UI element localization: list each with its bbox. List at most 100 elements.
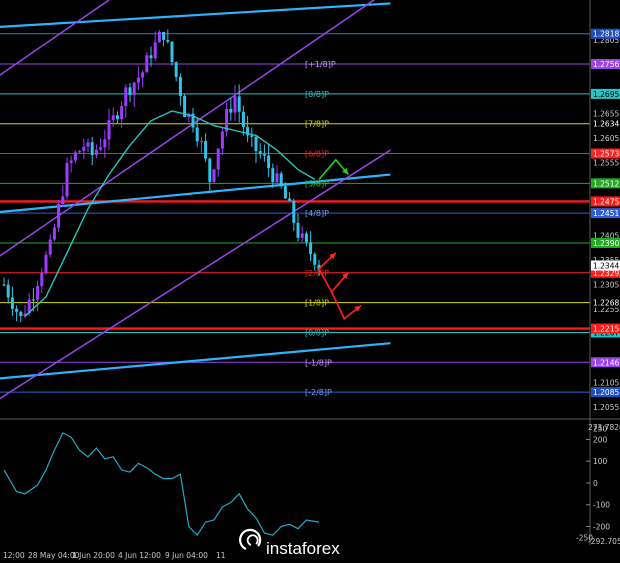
candle-body xyxy=(174,62,178,77)
candle-body xyxy=(115,115,119,120)
candle-body xyxy=(128,87,132,95)
candle-body xyxy=(283,186,287,199)
level-price-tag: 1.2451 xyxy=(591,208,620,219)
level-price-tag-text: 1.2512 xyxy=(593,179,619,188)
level-price-tag-text: 1.2451 xyxy=(593,209,619,218)
price-axis-tick: 1.2605 xyxy=(593,134,619,143)
level-price-tag: 1.2695 xyxy=(591,88,620,99)
murray-level-label: [2/8]P xyxy=(305,269,329,278)
indicator-axis-tick: -200 xyxy=(593,522,610,531)
candle-body xyxy=(288,198,292,201)
candle-body xyxy=(103,139,107,148)
candle-body xyxy=(52,227,56,240)
murray-level-label: [+1/8]P xyxy=(305,60,336,69)
key-level-price-tag-text: 1.2475 xyxy=(593,197,619,206)
candle-body xyxy=(267,155,271,169)
candle-body xyxy=(300,233,304,238)
candle-body xyxy=(166,39,170,42)
murray-level-label: [-1/8]P xyxy=(305,358,332,367)
time-axis-label: 1 Jun 20:00 xyxy=(72,551,115,560)
current-price-tag-text: 1.2344 xyxy=(593,261,619,270)
candle-body xyxy=(145,55,149,73)
murray-level-label: [7/8]P xyxy=(305,120,329,129)
murray-level-label: [4/8]P xyxy=(305,209,329,218)
candle-body xyxy=(2,284,6,286)
candle-body xyxy=(309,242,313,255)
candle-body xyxy=(31,299,35,301)
level-price-tag: 1.2268 xyxy=(591,297,620,308)
level-price-tag-text: 1.2695 xyxy=(593,90,619,99)
candle-body xyxy=(292,200,296,223)
candle-body xyxy=(216,148,220,170)
candle-body xyxy=(82,146,86,151)
key-level-price-tag: 1.2475 xyxy=(591,196,620,207)
candle-body xyxy=(178,76,182,97)
murray-level-label: [5/8]P xyxy=(305,179,329,188)
level-price-tag: 1.2756 xyxy=(591,59,620,70)
candle-body xyxy=(157,31,161,43)
candle xyxy=(57,199,61,232)
candle-body xyxy=(199,141,203,143)
candle-body xyxy=(237,96,241,112)
candle-body xyxy=(304,233,308,243)
candle-body xyxy=(262,154,266,156)
indicator-axis-tick: 100 xyxy=(593,457,608,466)
watermark-text: instaforex xyxy=(266,539,340,558)
time-axis-label: 9 Jun 04:00 xyxy=(165,551,208,560)
candle xyxy=(44,251,48,275)
level-price-tag-text: 1.2573 xyxy=(593,150,619,159)
candle-body xyxy=(19,311,23,317)
candle-body xyxy=(99,147,103,150)
candle-body xyxy=(57,204,61,228)
level-price-tag: 1.2146 xyxy=(591,357,620,368)
candle-body xyxy=(258,151,262,155)
candle-body xyxy=(204,141,208,159)
price-axis-tick: 1.2305 xyxy=(593,281,619,290)
murray-level-label: [-2/8]P xyxy=(305,388,332,397)
candle-body xyxy=(44,254,48,273)
time-axis-label: 12:00 xyxy=(3,551,25,560)
candle-body xyxy=(149,55,153,59)
candle-body xyxy=(136,77,140,83)
candle-body xyxy=(195,127,199,142)
level-price-tag-text: 1.2818 xyxy=(593,30,619,39)
key-level-price-tag: 1.2215 xyxy=(591,323,620,334)
level-price-tag-text: 1.2085 xyxy=(593,388,619,397)
key-level-price-tag-text: 1.2215 xyxy=(593,325,619,334)
candle-body xyxy=(61,196,65,205)
candle-body xyxy=(78,150,82,153)
chart-background xyxy=(0,0,620,563)
candle-body xyxy=(111,115,115,121)
candle xyxy=(65,157,69,200)
candle-body xyxy=(275,173,279,183)
candle-body xyxy=(40,272,44,287)
candle xyxy=(170,41,174,66)
candle-body xyxy=(313,254,317,265)
indicator-axis-tick: 200 xyxy=(593,435,608,444)
forex-chart[interactable]: [+1/8]P [8/8]P [7/8]P [6/8]P [5/8]P [4/8]P [2/… xyxy=(0,0,620,563)
candle-body xyxy=(141,72,145,78)
candle-body xyxy=(250,135,254,137)
candle-body xyxy=(73,152,77,161)
candle-body xyxy=(124,87,128,107)
time-axis-label: 11 xyxy=(216,551,226,560)
level-price-tag: 1.2085 xyxy=(591,387,620,398)
candle-body xyxy=(296,222,300,238)
candle-body xyxy=(162,31,166,40)
indicator-axis-tick: 0 xyxy=(593,479,598,488)
level-price-tag-text: 1.2390 xyxy=(593,239,619,248)
indicator-axis-tick: -100 xyxy=(593,501,610,510)
price-axis-tick: 1.2055 xyxy=(593,403,619,412)
level-price-tag: 1.2634 xyxy=(591,118,620,129)
murray-level-label: [0/8]P xyxy=(305,328,329,337)
price-axis-tick: 1.2105 xyxy=(593,378,619,387)
candle-body xyxy=(94,149,98,156)
time-axis-label: 4 Jun 12:00 xyxy=(118,551,161,560)
candle-body xyxy=(254,136,258,152)
candle-body xyxy=(208,158,212,182)
candle-body xyxy=(153,42,157,59)
murray-level-label: [1/8]P xyxy=(305,299,329,308)
level-price-tag: 1.2390 xyxy=(591,237,620,248)
candle-body xyxy=(279,173,283,187)
indicator-top-axis-tick: 250 xyxy=(593,425,608,434)
